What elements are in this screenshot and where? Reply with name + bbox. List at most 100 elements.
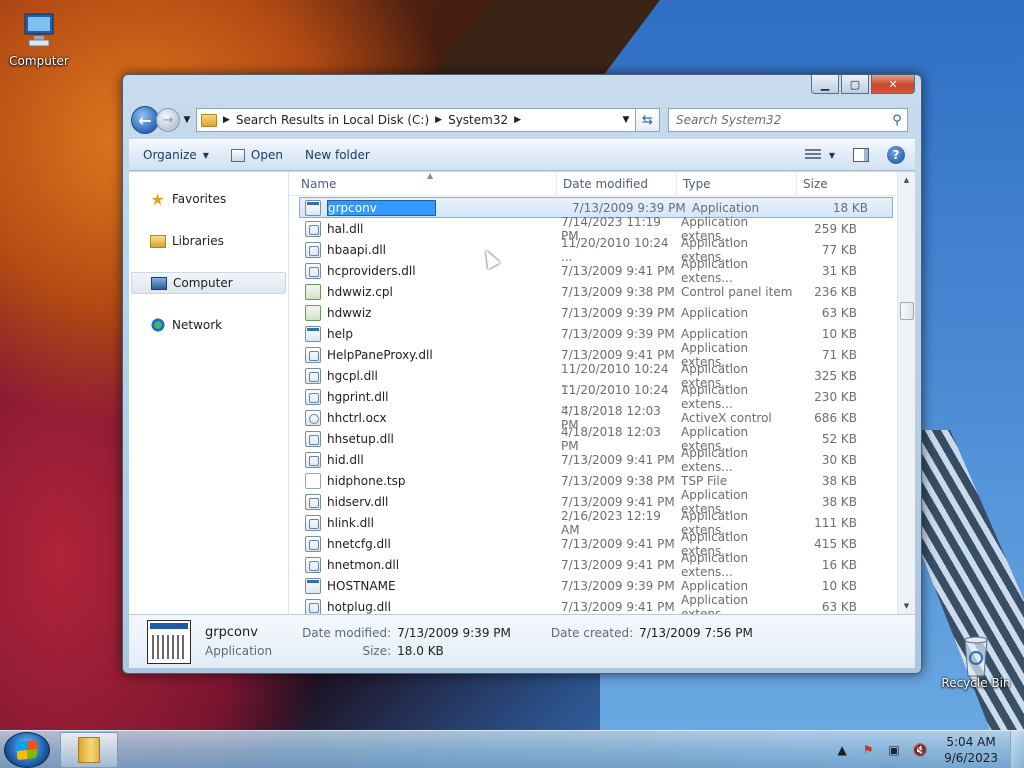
dll-file-icon: [305, 346, 321, 363]
file-row[interactable]: hid.dll 7/13/2009 9:41 PM Application exte…: [289, 446, 897, 474]
nav-item-network[interactable]: Network: [131, 314, 286, 336]
column-header-date-modified[interactable]: Date modified: [557, 172, 677, 195]
taskbar-explorer-button[interactable]: [60, 732, 118, 768]
application-icon: [147, 619, 191, 664]
file-row[interactable]: hlink.dll 2/16/2023 12:19 AM Application e…: [289, 509, 897, 537]
clock[interactable]: 5:04 AM 9/6/2023: [944, 734, 998, 766]
scroll-down-icon[interactable]: ▼: [898, 598, 915, 614]
command-bar: Organize ▼ Open New folder ▼ ?: [129, 139, 915, 171]
show-desktop-button[interactable]: [1010, 731, 1024, 768]
address-dropdown-icon[interactable]: ▼: [617, 115, 635, 125]
file-row[interactable]: hnetcfg.dll 7/13/2009 9:41 PM Application …: [289, 530, 897, 558]
desktop-icon-recycle-bin[interactable]: Recycle Bin: [938, 632, 1014, 690]
file-size: 38 KB: [821, 494, 857, 509]
minimize-button[interactable]: ▁: [811, 75, 839, 94]
file-name: hlink.dll: [327, 515, 374, 530]
breadcrumb-chevron-icon[interactable]: ▶: [435, 115, 442, 125]
refresh-button[interactable]: ⇆: [636, 108, 660, 132]
network-status-icon[interactable]: ▣: [886, 742, 902, 758]
start-button[interactable]: [4, 732, 50, 768]
folder-icon: [78, 737, 100, 763]
file-row[interactable]: hdwwiz 7/13/2009 9:39 PM Application 63 KB: [289, 302, 897, 323]
file-row[interactable]: hidphone.tsp 7/13/2009 9:38 PM TSP File 38 …: [289, 470, 897, 491]
sort-indicator-icon: ▲: [427, 172, 434, 180]
nav-item-label: Libraries: [172, 234, 224, 248]
file-size: 18 KB: [832, 200, 868, 215]
file-type: Application extens...: [681, 550, 749, 579]
tsp-file-icon: [305, 472, 321, 489]
file-date-modified: 4/18/2018 12:03 PM: [561, 424, 661, 453]
maximize-button[interactable]: ▢: [841, 75, 869, 94]
back-button[interactable]: ←: [131, 106, 159, 134]
close-button[interactable]: ✕: [871, 75, 915, 94]
file-row[interactable]: hdwwiz.cpl 7/13/2009 9:38 PM Control panel…: [289, 281, 897, 302]
search-input[interactable]: Search System32 ⚲: [668, 108, 908, 132]
breadcrumb-system32[interactable]: System32: [448, 113, 508, 127]
breadcrumb-search-results[interactable]: Search Results in Local Disk (C:): [236, 113, 429, 127]
cpl-file-icon: [305, 283, 321, 300]
recent-pages-dropdown[interactable]: ▼: [180, 115, 194, 125]
file-date-modified: 7/13/2009 9:38 PM: [561, 473, 675, 488]
file-row[interactable]: hnetmon.dll 7/13/2009 9:41 PM Application …: [289, 551, 897, 579]
desktop-icon-computer[interactable]: Computer: [1, 10, 77, 68]
action-center-icon[interactable]: ⚑: [860, 742, 876, 758]
nav-item-libraries[interactable]: Libraries: [131, 230, 286, 252]
clock-date: 9/6/2023: [944, 751, 998, 765]
help-icon[interactable]: ?: [887, 146, 905, 164]
file-row[interactable]: HOSTNAME 7/13/2009 9:39 PM Application 10 K…: [289, 575, 897, 596]
file-name: HelpPaneProxy.dll: [327, 347, 433, 362]
file-date-modified: 7/13/2009 9:41 PM: [561, 599, 675, 614]
scroll-thumb[interactable]: [900, 302, 914, 320]
file-name: hnetmon.dll: [327, 557, 400, 572]
forward-button[interactable]: →: [156, 108, 180, 132]
file-name: grpconv: [327, 199, 436, 216]
file-name: hcproviders.dll: [327, 263, 416, 278]
vertical-scrollbar[interactable]: ▲ ▼: [897, 172, 915, 614]
folder-icon: [201, 113, 217, 127]
file-list: ▲ Name Date modified Type Size grpconv 7/…: [289, 172, 915, 614]
dll-file-icon: [305, 514, 321, 531]
volume-muted-icon[interactable]: 🔇: [912, 742, 928, 758]
dll-file-icon: [305, 262, 321, 279]
file-type: Application: [681, 326, 749, 341]
search-icon[interactable]: ⚲: [887, 113, 907, 128]
column-header-type[interactable]: Type: [677, 172, 797, 195]
breadcrumb-chevron-icon[interactable]: ▶: [223, 115, 230, 125]
change-view-button[interactable]: ▼: [804, 149, 835, 161]
address-bar[interactable]: ▶ Search Results in Local Disk (C:) ▶ Sy…: [196, 108, 636, 132]
scroll-up-icon[interactable]: ▲: [898, 172, 915, 188]
organize-label: Organize: [143, 148, 197, 162]
file-date-modified: 7/13/2009 9:39 PM: [561, 326, 675, 341]
cpl-file-icon: [305, 304, 321, 321]
file-size: 38 KB: [821, 473, 857, 488]
file-size: 10 KB: [821, 578, 857, 593]
file-type: Application extens...: [681, 445, 749, 474]
nav-item-favorites[interactable]: ★ Favorites: [131, 188, 286, 210]
file-type: ActiveX control: [681, 410, 772, 425]
size-label: Size:: [362, 643, 392, 658]
new-folder-button[interactable]: New folder: [305, 148, 370, 162]
file-row[interactable]: hcproviders.dll 7/13/2009 9:41 PM Applicat…: [289, 257, 897, 285]
organize-button[interactable]: Organize ▼: [143, 148, 209, 162]
file-size: 30 KB: [821, 452, 857, 467]
file-row[interactable]: hhsetup.dll 4/18/2018 12:03 PM Application…: [289, 425, 897, 453]
file-type: Application extens...: [681, 256, 749, 285]
file-size: 77 KB: [821, 242, 857, 257]
file-name: hgcpl.dll: [327, 368, 378, 383]
system-tray: ▲ ⚑ ▣ 🔇 5:04 AM 9/6/2023: [834, 731, 1024, 768]
open-button[interactable]: Open: [230, 148, 283, 162]
network-icon: [149, 318, 166, 332]
preview-pane-icon[interactable]: [853, 148, 869, 162]
nav-item-label: Network: [172, 318, 223, 332]
file-row[interactable]: hotplug.dll 7/13/2009 9:41 PM Application …: [289, 593, 897, 614]
dll-file-icon: [305, 451, 321, 468]
date-modified-value: 7/13/2009 9:39 PM: [397, 625, 511, 640]
date-created-label: Date created:: [550, 625, 634, 640]
file-row[interactable]: help 7/13/2009 9:39 PM Application 10 KB: [289, 323, 897, 344]
show-hidden-icons-icon[interactable]: ▲: [834, 742, 850, 758]
breadcrumb-chevron-icon[interactable]: ▶: [514, 115, 521, 125]
nav-item-computer[interactable]: Computer: [131, 272, 286, 294]
file-row[interactable]: hbaapi.dll 11/20/2010 10:24 ... Applicatio…: [289, 236, 897, 264]
column-header-size[interactable]: Size: [797, 172, 873, 195]
column-header-name[interactable]: Name: [289, 172, 557, 195]
